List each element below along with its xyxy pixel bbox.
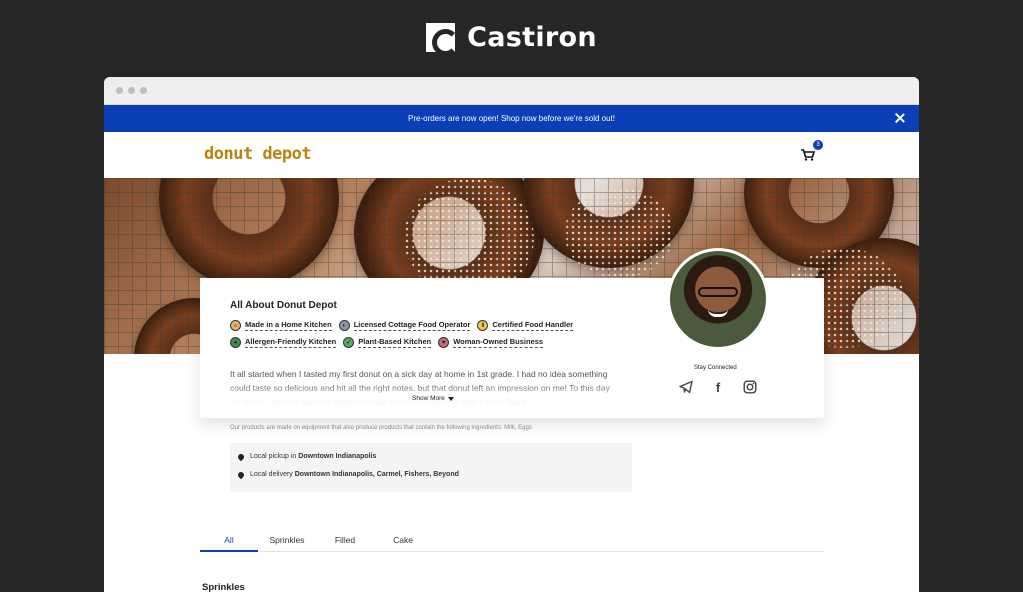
pickup-row: Local pickup in Downtown Indianapolis — [236, 452, 376, 461]
location-pin-icon — [236, 470, 246, 479]
tag-cottage-food[interactable]: ◐ Licensed Cottage Food Operator — [338, 320, 471, 331]
cart-count-badge: 3 — [813, 140, 823, 150]
delivery-row: Local delivery Downtown Indianapolis, Ca… — [236, 470, 459, 479]
tag-allergen-friendly[interactable]: ● Allergen-Friendly Kitchen — [230, 337, 337, 348]
leaf-icon: ✓ — [343, 337, 355, 348]
location-pin-icon — [236, 452, 246, 461]
store-header: donut depot 3 — [104, 132, 919, 177]
about-title: All About Donut Depot — [230, 300, 337, 311]
tab-filled[interactable]: Filled — [316, 528, 374, 551]
tab-cake[interactable]: Cake — [374, 528, 432, 551]
castiron-logo-icon — [426, 23, 460, 56]
window-dot — [128, 87, 135, 94]
utensils-icon: ǁ — [477, 320, 489, 331]
browser-chrome — [104, 77, 919, 105]
castiron-brand: Castiron — [0, 22, 1023, 56]
cart-icon[interactable] — [801, 149, 815, 161]
window-dot — [116, 87, 123, 94]
home-icon: ⌂ — [230, 320, 241, 331]
tag-woman-owned[interactable]: ♥ Woman-Owned Business — [438, 337, 544, 348]
instagram-icon[interactable] — [743, 380, 757, 394]
social-links: f — [679, 380, 757, 395]
announcement-text: Pre-orders are now open! Shop now before… — [408, 114, 615, 123]
category-tabs: All Sprinkles Filled Cake — [200, 528, 824, 552]
section-heading: Sprinkles — [202, 582, 245, 592]
tab-sprinkles[interactable]: Sprinkles — [258, 528, 316, 551]
avatar — [667, 248, 769, 350]
stay-connected-label: Stay Connected — [694, 365, 737, 371]
show-more-button[interactable]: Show More — [412, 395, 454, 402]
close-icon[interactable] — [894, 112, 906, 124]
allergen-note: Our products are made on equipment that … — [230, 425, 532, 431]
tag-home-kitchen[interactable]: ⌂ Made in a Home Kitchen — [230, 320, 332, 331]
badge-list: ⌂ Made in a Home Kitchen ◐ Licensed Cott… — [230, 320, 610, 348]
tag-food-handler[interactable]: ǁ Certified Food Handler — [477, 320, 574, 331]
chevron-down-icon — [447, 396, 454, 401]
store-logo[interactable]: donut depot — [204, 144, 312, 164]
brand-name: Castiron — [467, 22, 597, 53]
facebook-icon[interactable]: f — [711, 380, 725, 395]
announcement-bar: Pre-orders are now open! Shop now before… — [104, 105, 919, 132]
telegram-icon[interactable] — [679, 380, 693, 394]
allergen-icon: ● — [230, 337, 241, 348]
tag-plant-based[interactable]: ✓ Plant-Based Kitchen — [343, 337, 432, 348]
tab-all[interactable]: All — [200, 528, 258, 552]
window-dot — [140, 87, 147, 94]
show-more-label: Show More — [412, 395, 445, 402]
fulfillment-box: Local pickup in Downtown Indianapolis Lo… — [230, 443, 632, 492]
badge-icon: ◐ — [338, 320, 350, 331]
browser-window: Pre-orders are now open! Shop now before… — [104, 77, 919, 592]
heart-icon: ♥ — [438, 337, 450, 348]
